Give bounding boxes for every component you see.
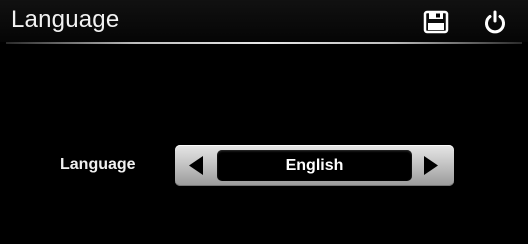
- header-divider: [6, 42, 522, 44]
- next-language-button[interactable]: [414, 145, 454, 186]
- language-value: English: [285, 157, 344, 174]
- save-icon: [423, 10, 449, 34]
- arrow-left-icon: [189, 156, 203, 175]
- save-button[interactable]: [422, 8, 450, 36]
- power-button[interactable]: [481, 8, 509, 36]
- arrow-right-icon: [424, 156, 438, 175]
- language-label: Language: [60, 156, 136, 173]
- previous-language-button[interactable]: [175, 145, 215, 186]
- language-selector: English: [175, 145, 454, 186]
- language-value-box: English: [217, 150, 412, 181]
- power-icon: [485, 10, 505, 34]
- title-bar: Language: [0, 0, 528, 42]
- page-title: Language: [11, 6, 120, 33]
